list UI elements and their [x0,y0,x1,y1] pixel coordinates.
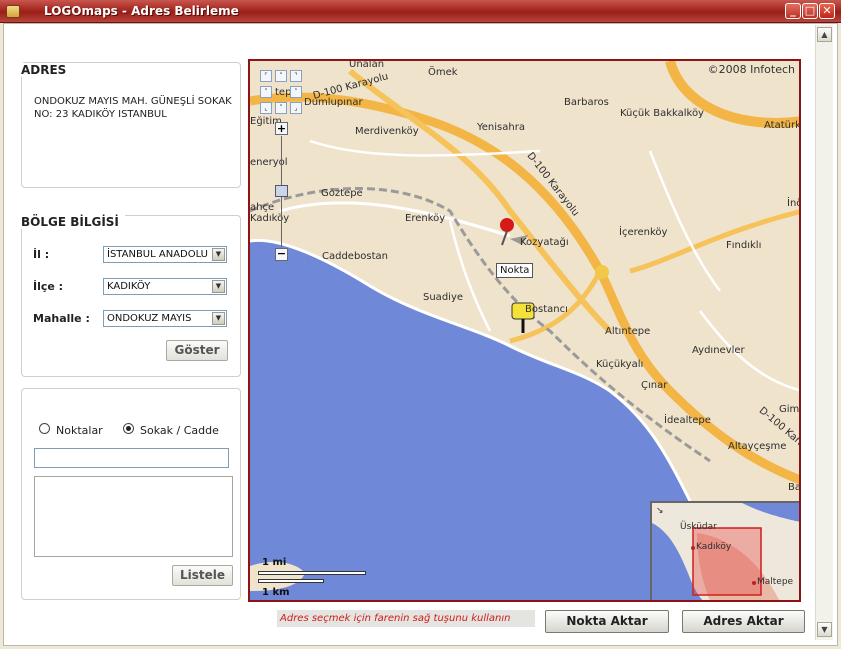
il-value: İSTANBUL ANADOLU [107,249,209,260]
chevron-down-icon[interactable]: ▼ [212,248,225,261]
overview-label: Maltepe [757,577,794,587]
place-label: Caddebostan [322,251,389,262]
pan-right-icon[interactable]: ˃ [290,86,302,98]
place-label: Kozyatağı [520,237,569,248]
place-label: Ömek [428,67,458,78]
zoom-slider-thumb[interactable] [275,185,288,197]
search-input[interactable] [34,448,229,468]
place-label: Bostancı [525,304,568,315]
place-label: Gim [779,404,800,415]
pan-up-left-icon[interactable]: ⌜ [260,70,272,82]
radio-points-label: Noktalar [56,424,103,437]
scroll-up-button[interactable]: ▲ [817,27,832,42]
place-label: Merdivenköy [355,126,419,137]
address-export-button[interactable]: Adres Aktar [682,610,805,633]
pan-left-icon[interactable]: ˂ [260,86,272,98]
radio-points[interactable] [39,423,50,434]
place-label: Erenköy [405,213,446,224]
scale-km-label: 1 km [262,587,290,598]
place-label: Dumlupınar [304,97,363,108]
marker-label: Nokta [496,263,534,278]
place-label: İnö [787,198,801,209]
minimize-button[interactable]: _ [785,3,801,19]
place-label: Göztepe [321,188,363,199]
close-button[interactable]: ✕ [819,3,835,19]
chevron-down-icon[interactable]: ▼ [212,280,225,293]
overview-label: Üsküdar [680,522,717,532]
scale-mi-bar [258,571,366,575]
radio-street[interactable] [123,423,134,434]
pan-down-right-icon[interactable]: ⌟ [290,102,302,114]
il-select[interactable]: İSTANBUL ANADOLU ▼ [103,246,227,263]
region-heading: BÖLGE BİLGİSİ [21,215,125,229]
ilce-value: KADIKÖY [107,281,151,292]
show-button[interactable]: Göster [166,340,228,361]
pan-up-right-icon[interactable]: ⌝ [290,70,302,82]
collapse-icon[interactable]: ↘ [656,506,664,516]
zoom-out-icon[interactable]: − [275,248,288,261]
place-label: Atatürk [764,120,801,131]
place-label: Altayçeşme [728,441,787,452]
address-line-1: ONDOKUZ MAYIS MAH. GÜNEŞLİ SOKAK [34,96,232,107]
pan-up-icon[interactable]: ˄ [275,70,287,82]
place-label: Suadiye [423,292,464,303]
place-label: Bas [788,482,801,493]
list-button[interactable]: Listele [172,565,233,586]
address-text: ONDOKUZ MAYIS MAH. GÜNEŞLİ SOKAK NO: 23 … [34,95,234,121]
place-label: Unalan [349,59,385,70]
place-label: Çınar [641,380,668,391]
place-label: Barbaros [564,97,609,108]
address-panel [21,62,241,188]
place-label: Aydınevler [692,345,745,356]
mahalle-select[interactable]: ONDOKUZ MAYIS ▼ [103,310,227,327]
chevron-down-icon[interactable]: ▼ [212,312,225,325]
place-label: Küçükyalı [596,359,644,370]
title-bar: LOGOmaps - Adres Belirleme _ □ ✕ [0,0,841,23]
place-label: Küçük Bakkalköy [620,108,704,119]
scale-km-bar [258,579,324,583]
hint-text: Adres seçmek için farenin sağ tuşunu kul… [277,610,535,627]
radio-street-label: Sokak / Cadde [140,424,219,437]
overview-map[interactable]: ↘ Üsküdar Kadıköy Maltepe [650,501,799,600]
app-icon [6,5,20,18]
window-title: LOGOmaps - Adres Belirleme [44,4,239,18]
point-export-button[interactable]: Nokta Aktar [545,610,669,633]
scroll-down-button[interactable]: ▼ [817,622,832,637]
place-label: Fındıklı [726,240,762,251]
address-heading: ADRES [21,63,73,77]
place-label: Altıntepe [605,326,651,337]
mahalle-label: Mahalle : [33,312,90,325]
map-copyright: ©2008 Infotech [707,63,795,76]
zoom-control[interactable]: ⌜ ˄ ⌝ ˂ ˃ ⌞ ˅ ⌟ + − [258,67,304,261]
place-label: Yenisahra [477,122,525,133]
result-list[interactable] [34,476,233,557]
pan-down-left-icon[interactable]: ⌞ [260,102,272,114]
pan-down-icon[interactable]: ˅ [275,102,287,114]
map-view[interactable]: ©2008 Infotech Unalan Ömek D-100 Karayol… [248,59,801,602]
il-label: İl : [33,248,50,261]
place-label: İdealtepe [664,415,711,426]
vertical-scrollbar[interactable]: ▲ ▼ [815,25,833,640]
place-label: İçerenköy [619,227,668,238]
maximize-button[interactable]: □ [802,3,818,19]
address-line-2: NO: 23 KADIKÖY ISTANBUL [34,109,167,120]
ilce-label: İlçe : [33,280,64,293]
ilce-select[interactable]: KADIKÖY ▼ [103,278,227,295]
scale-mi-label: 1 mi [262,557,287,568]
overview-label: Kadıköy [696,542,732,552]
mahalle-value: ONDOKUZ MAYIS [107,313,192,324]
zoom-in-icon[interactable]: + [275,122,288,135]
